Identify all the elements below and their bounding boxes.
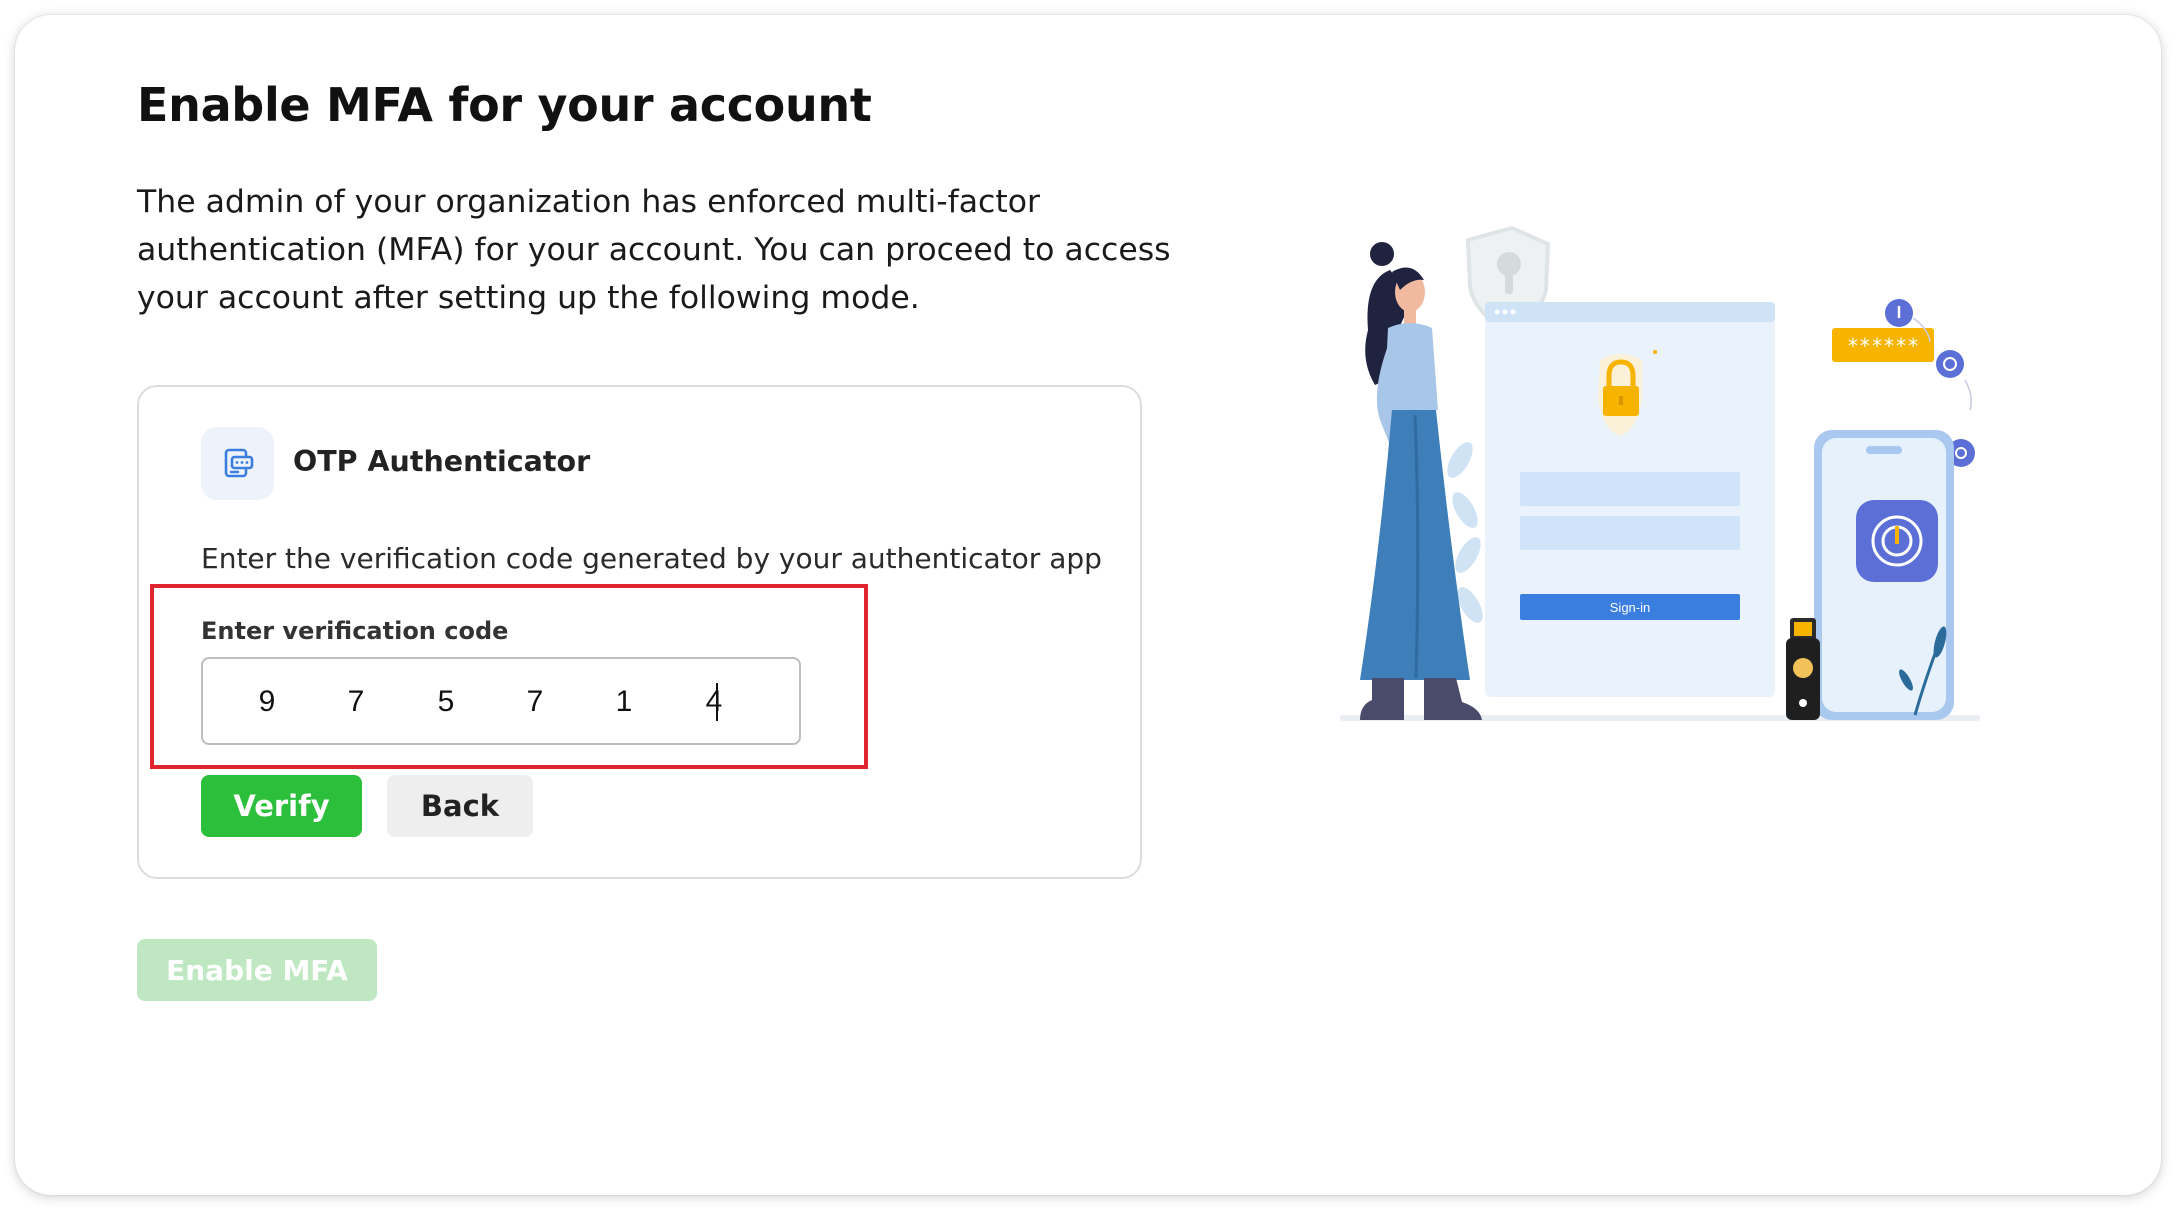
page-description: The admin of your organization has enfor… bbox=[137, 184, 1171, 316]
password-badge: ****** bbox=[1832, 328, 1934, 362]
otp-authenticator-title: OTP Authenticator bbox=[293, 445, 591, 478]
phone-icon bbox=[1814, 430, 1954, 720]
woman-figure bbox=[1360, 242, 1482, 720]
password-mask: ****** bbox=[1847, 334, 1919, 358]
fingerprint-icon bbox=[1936, 350, 1964, 378]
highlight-box bbox=[150, 584, 868, 769]
back-button[interactable]: Back bbox=[387, 775, 533, 837]
browser-window: Sign-in bbox=[1485, 302, 1775, 697]
authenticator-app-icon bbox=[201, 427, 274, 500]
enable-mfa-button[interactable]: Enable MFA bbox=[137, 939, 377, 1001]
signin-button-label: Sign-in bbox=[1610, 600, 1650, 615]
mfa-illustration: Sign-in ****** bbox=[1340, 225, 1980, 721]
security-key-icon bbox=[1786, 618, 1820, 720]
page-title: Enable MFA for your account bbox=[137, 78, 872, 132]
verify-button[interactable]: Verify bbox=[201, 775, 362, 837]
otp-instruction: Enter the verification code generated by… bbox=[201, 542, 1102, 575]
